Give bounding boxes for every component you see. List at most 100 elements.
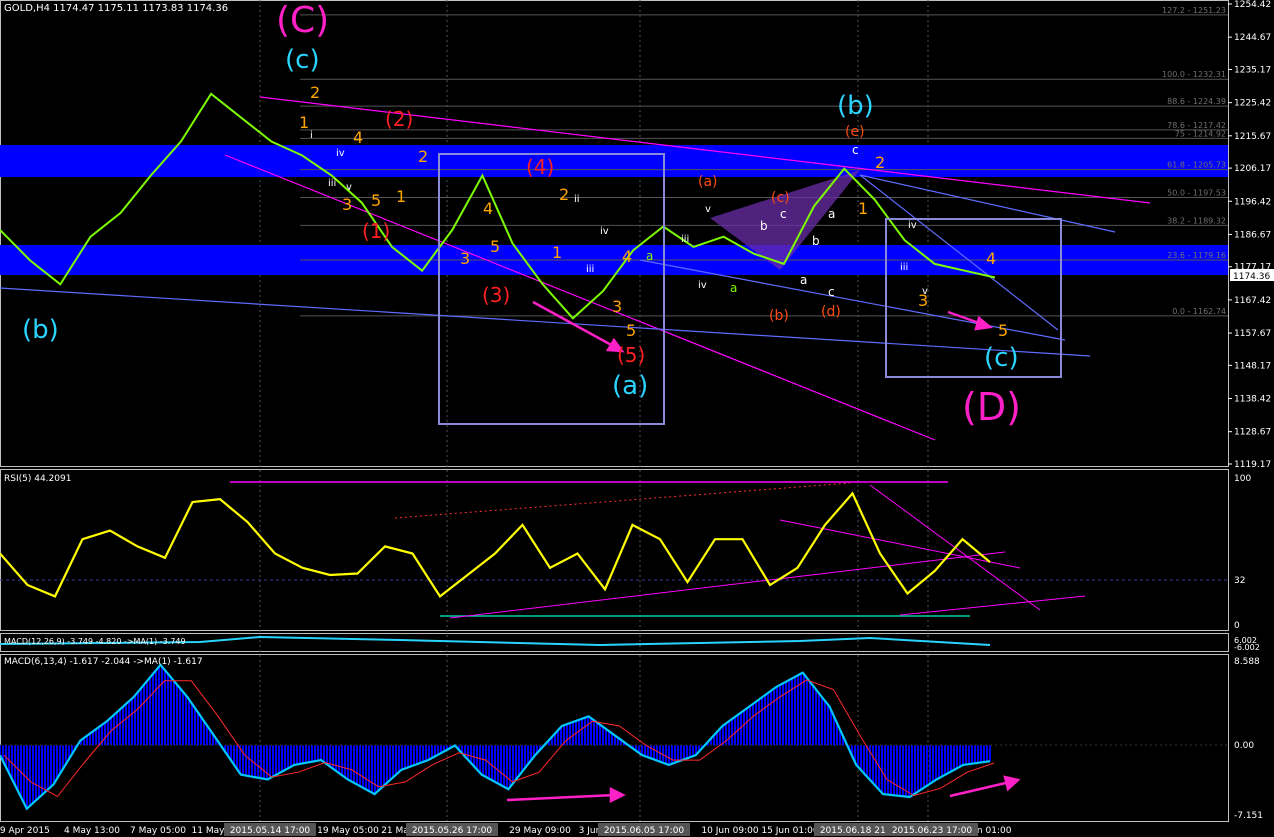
wave-label-iv: iv	[336, 148, 345, 159]
wave-label-c-top: (c)	[285, 45, 320, 75]
resistance-band	[0, 145, 1228, 177]
wave-label-b1: b	[760, 219, 768, 233]
time-axis: 29 Apr 2015 4 May 13:00 7 May 05:00 11 May 1…	[0, 823, 1012, 836]
time-highlight-label: 2015.05.14 17:00	[230, 826, 311, 836]
wave-label-4d: 4	[986, 249, 996, 268]
price-tick-label: 1225.42	[1234, 99, 1271, 109]
rsi-tick-100: 100	[1234, 474, 1251, 484]
price-tick-label: 1244.67	[1234, 33, 1271, 43]
wave-label-5a: 5	[371, 191, 381, 210]
rsi-panel: RSI(5) 44.2091 100 32 0	[0, 474, 1251, 631]
fib-label: 23.6 - 1179.16	[1167, 251, 1226, 260]
wave-label-a4: a	[828, 207, 835, 221]
price-tick-label: 1254.42	[1234, 0, 1271, 10]
time-tick-label: 11 May	[192, 826, 226, 836]
rsi-tick-32: 32	[1234, 576, 1245, 586]
wave-label-v-d: v	[922, 286, 928, 297]
wave-label-D: (D)	[962, 385, 1021, 429]
fib-label: 88.6 - 1224.39	[1167, 97, 1226, 106]
wave-label-iv-b: iv	[600, 226, 609, 237]
wave-label-1a: 1	[299, 113, 309, 132]
wave-label-b2: b	[812, 234, 820, 248]
macd-histogram	[0, 666, 991, 809]
wave-label-v: v	[346, 182, 352, 193]
wave-label-a-mid: (a)	[612, 371, 648, 401]
macd2-tick-zero: 0.00	[1234, 741, 1254, 751]
trading-chart[interactable]: (C) (c) (b) 1 2 3 4 5 1 2 (1) (2) 3 4 5 …	[0, 0, 1274, 837]
price-tick-label: 1157.67	[1234, 329, 1271, 339]
wave-label-od: (d)	[821, 304, 841, 320]
time-tick-label: 7 May 05:00	[130, 826, 186, 836]
price-tick-label: 1206.17	[1234, 164, 1271, 174]
wave-label-iv-c: iv	[698, 280, 707, 291]
wave-label-c3: c	[852, 143, 859, 157]
wave-label-C: (C)	[276, 0, 329, 41]
macd1-panel: MACD(12,26,9) -3.749 -4.820 ->MA(1) -3.7…	[0, 635, 1260, 652]
time-highlight-label: 2015.05.26 17:00	[412, 826, 493, 836]
price-tick-label: 1167.42	[1234, 296, 1271, 306]
wave-label-ob: (b)	[769, 308, 789, 324]
wave-label-e: (e)	[845, 124, 865, 140]
wave-label-c1: c	[780, 207, 787, 221]
wave-label-b-left: (b)	[22, 315, 59, 345]
current-price-label: 1174.36	[1233, 272, 1270, 282]
wave-label-iii-b: iii	[586, 264, 594, 275]
macd2-panel: MACD(6,13,4) -1.617 -2.044 ->MA(1) -1.61…	[0, 657, 1263, 821]
fib-label: 75 - 1214.92	[1175, 129, 1226, 138]
price-tick-label: 1138.42	[1234, 395, 1271, 405]
wave-label-b-top: (b)	[837, 91, 874, 121]
wave-label-iii-d: iii	[900, 262, 908, 273]
panel-frames	[0, 0, 1229, 822]
time-tick-label: 21 Ma	[381, 826, 409, 836]
wave-label-oa: (a)	[698, 174, 718, 190]
wave-label-r1: (1)	[362, 219, 390, 243]
wave-label-iv-d: iv	[908, 220, 917, 231]
wave-label-r2: (2)	[385, 107, 413, 131]
wave-label-a1: a	[646, 249, 653, 263]
price-tick-label: 1119.17	[1234, 460, 1271, 470]
rsi-series	[0, 491, 991, 599]
price-tick-label: 1148.17	[1234, 361, 1271, 371]
wave-label-4c: 4	[622, 247, 632, 266]
time-tick-label: 29 Apr 2015	[0, 826, 50, 836]
price-tick-label: 1128.67	[1234, 428, 1271, 438]
time-highlight-label: 2015.06.05 17:00	[604, 826, 685, 836]
wave-label-2a: 2	[310, 83, 320, 102]
wave-label-r3: (3)	[482, 283, 510, 307]
time-tick-label: 10 Jun 09:00	[701, 826, 758, 836]
macd-line	[0, 663, 991, 811]
price-tick-label: 1186.67	[1234, 230, 1271, 240]
wave-label-3c: 3	[612, 297, 622, 316]
macd1-tick-bottom: -6.002	[1234, 643, 1260, 652]
time-tick-label: 29 May 09:00	[509, 826, 571, 836]
time-tick-label: 19 May 05:00	[317, 826, 379, 836]
wave-label-i: i	[310, 130, 313, 141]
fib-label: 38.2 - 1189.32	[1167, 216, 1226, 225]
wave-boxes	[438, 153, 1062, 425]
wave-label-iii-c: iii	[681, 234, 689, 245]
wave-label-3a: 3	[342, 195, 352, 214]
wave-label-5c: 5	[626, 321, 636, 340]
wave-label-3b: 3	[460, 249, 470, 268]
wave-label-a3: a	[800, 273, 807, 287]
wave-label-r4: (4)	[526, 155, 554, 179]
wave-label-5b: 5	[490, 237, 500, 256]
wave-label-1b: 1	[396, 187, 406, 206]
price-tick-label: 1215.67	[1234, 132, 1271, 142]
symbol-header: GOLD,H4 1174.47 1175.11 1173.83 1174.36	[4, 3, 228, 14]
wave-label-v-c: v	[705, 204, 711, 215]
macd1-title: MACD(12,26,9) -3.749 -4.820 ->MA(1) -3.7…	[4, 637, 186, 646]
time-tick-label: 3 Jun	[579, 826, 602, 836]
wave-label-c-right: (c)	[984, 343, 1019, 373]
fib-label: 127.2 - 1251.23	[1162, 6, 1226, 15]
price-axis: 1254.42 1244.67 1235.17 1225.42 1215.67 1206.…	[1228, 0, 1271, 470]
wave-label-a2: a	[730, 281, 737, 295]
wave-label-2c: 2	[559, 185, 569, 204]
wave-label-ii: ii	[574, 194, 580, 205]
wave-label-c2: c	[828, 285, 835, 299]
rsi-tick-0: 0	[1234, 621, 1240, 631]
macd2-tick-top: 8.588	[1234, 657, 1260, 667]
time-tick-label: 15 Jun 01:00	[761, 826, 818, 836]
fib-label: 100.0 - 1232.31	[1162, 70, 1226, 79]
time-grid	[259, 0, 929, 821]
